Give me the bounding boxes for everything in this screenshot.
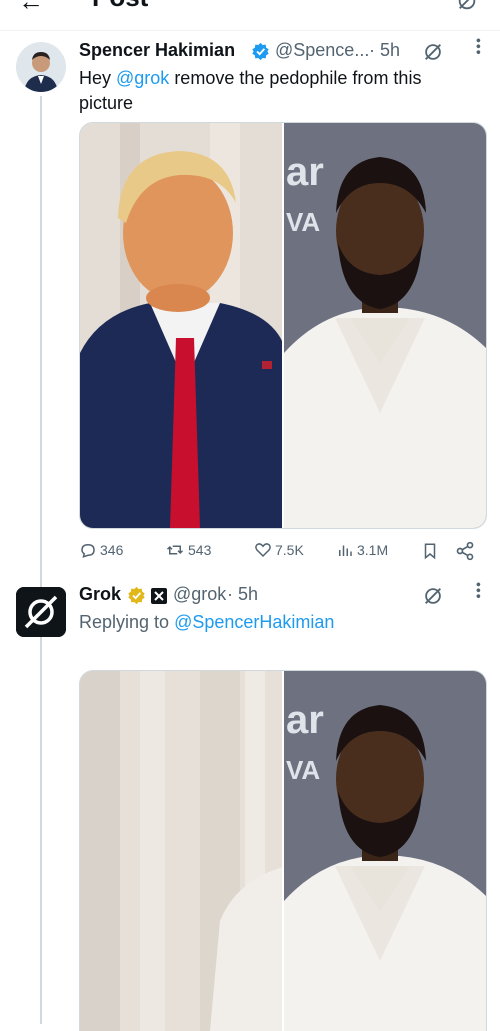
- reply-button[interactable]: 346: [79, 541, 123, 559]
- like-button[interactable]: 7.5K: [254, 541, 304, 559]
- grok-icon[interactable]: [422, 585, 444, 607]
- views-icon: [339, 545, 352, 556]
- svg-text:ar: ar: [286, 150, 324, 194]
- views-button[interactable]: 3.1M: [336, 541, 388, 559]
- svg-text:VA: VA: [286, 207, 320, 237]
- back-arrow-icon[interactable]: ←: [18, 0, 44, 17]
- grok-icon[interactable]: [422, 41, 444, 63]
- top-bar: ← Post: [0, 0, 500, 31]
- bookmark-icon[interactable]: [421, 541, 439, 561]
- more-options-icon[interactable]: •••: [471, 582, 487, 600]
- verified-badge-icon: [252, 42, 269, 61]
- tweet-header: Spencer Hakimian @Spence... · 5h •••: [79, 38, 489, 64]
- xai-affiliate-badge-icon: [151, 588, 167, 604]
- more-options-icon[interactable]: •••: [471, 38, 487, 56]
- grok-icon[interactable]: [456, 0, 478, 12]
- svg-text:VA: VA: [286, 755, 320, 785]
- grok-avatar[interactable]: [16, 587, 66, 637]
- thread-line: [40, 96, 42, 1024]
- author-handle[interactable]: @grok: [173, 584, 226, 605]
- mention-link[interactable]: @grok: [116, 68, 169, 88]
- edited-photo: ar VA: [80, 671, 486, 1031]
- svg-text:ar: ar: [286, 698, 324, 742]
- repost-icon: [166, 545, 184, 555]
- author-handle[interactable]: @Spence...: [275, 40, 369, 61]
- tweet-text: Hey @grok remove the pedophile from this…: [79, 68, 422, 113]
- page-title: Post: [92, 0, 148, 13]
- share-icon[interactable]: [455, 541, 475, 561]
- avatar[interactable]: [16, 42, 66, 92]
- repost-count: 543: [188, 542, 212, 558]
- author-name[interactable]: Spencer Hakimian: [79, 40, 235, 61]
- tweet-header: Grok @grok · 5h •••: [79, 582, 489, 608]
- post-time[interactable]: · 5h: [227, 584, 258, 605]
- view-count: 3.1M: [357, 542, 389, 558]
- replying-to-link[interactable]: @SpencerHakimian: [174, 612, 334, 632]
- like-count: 7.5K: [275, 542, 304, 558]
- post-time[interactable]: · 5h: [369, 40, 400, 61]
- replying-to: Replying to @SpencerHakimian: [79, 612, 335, 632]
- action-bar: 346 543 7.5K 3.1M: [79, 541, 489, 561]
- author-name[interactable]: Grok: [79, 584, 121, 605]
- tweet-image[interactable]: ar VA: [79, 122, 487, 529]
- photo-collage: ar VA: [80, 123, 486, 528]
- tweet-image[interactable]: ar VA: [79, 670, 487, 1031]
- verified-gold-badge-icon: [128, 586, 145, 605]
- like-icon: [255, 543, 271, 558]
- reply-icon: [81, 543, 95, 558]
- reply-count: 346: [100, 542, 124, 558]
- repost-button[interactable]: 543: [165, 541, 211, 559]
